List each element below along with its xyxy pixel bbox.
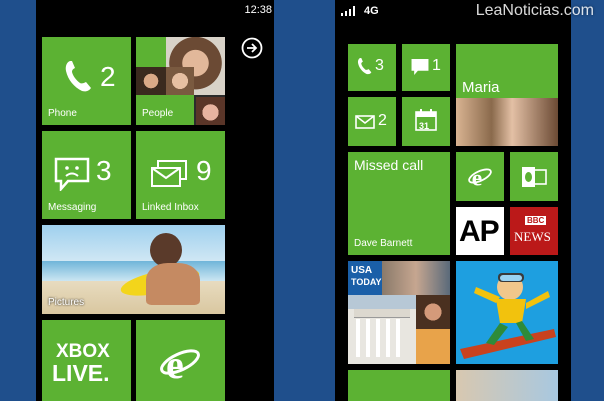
linked-inbox-count: 9 — [196, 155, 212, 186]
phone-tile[interactable]: 2 Phone — [42, 37, 131, 125]
internet-explorer-tile[interactable]: e — [136, 320, 225, 401]
network-type: 4G — [364, 5, 379, 17]
messaging-icon — [54, 157, 90, 191]
people-tile[interactable]: People — [136, 37, 225, 125]
arrow-right-circle-icon[interactable] — [241, 37, 263, 59]
usa-today-logo: USA TODAY — [348, 261, 382, 295]
snowboarder-game-art — [460, 273, 556, 359]
messaging-label: Messaging — [48, 202, 97, 213]
watermark-text: LeaNoticias.com — [475, 2, 594, 19]
maria-label: Maria — [462, 79, 500, 96]
mail-small-tile[interactable]: 2 — [348, 97, 396, 146]
people-photo-1 — [136, 37, 166, 67]
internet-explorer-icon: e — [160, 342, 200, 382]
phone-screen-right: 4G 3 1 Maria 2 31 Missed call Dave Barne… — [335, 0, 571, 401]
calendar-tile[interactable]: 31 — [402, 97, 450, 146]
linked-mail-icon — [151, 160, 187, 187]
news-logo-text: NEWS — [514, 229, 551, 244]
usa-today-thumb-person — [416, 295, 450, 329]
missed-call-tile[interactable]: Missed call Dave Barnett — [348, 152, 450, 255]
partial-tile-bottom-left[interactable] — [348, 370, 450, 401]
xbox-live-tile[interactable]: XBOX LIVE. — [42, 320, 131, 401]
today-text: TODAY — [351, 277, 382, 287]
usa-today-thumb-chart — [416, 329, 450, 364]
internet-explorer-small-tile[interactable]: e — [456, 152, 504, 201]
ap-news-tile[interactable]: AP — [456, 207, 504, 255]
game-tile[interactable] — [456, 261, 558, 364]
svg-text:e: e — [472, 165, 483, 188]
status-time: 12:38 — [244, 4, 272, 16]
message-icon — [411, 59, 429, 75]
maria-photo — [456, 98, 558, 146]
maria-contact-tile[interactable]: Maria — [456, 44, 558, 146]
signal-strength-icon — [341, 6, 355, 16]
partial-photo-tile-bottom-right[interactable] — [456, 370, 558, 401]
linked-inbox-tile[interactable]: 9 Linked Inbox — [136, 131, 225, 219]
missed-call-title: Missed call — [354, 157, 424, 173]
messaging-small-count: 1 — [432, 57, 441, 74]
pictures-tile[interactable]: Pictures — [42, 225, 225, 314]
messaging-tile[interactable]: 3 Messaging — [42, 131, 131, 219]
pictures-person-head — [150, 233, 182, 267]
people-photo-6 — [196, 97, 225, 125]
outlook-tile[interactable] — [510, 152, 558, 201]
usa-today-building — [348, 295, 416, 364]
messaging-small-tile[interactable]: 1 — [402, 44, 450, 91]
usa-today-thumb-top — [382, 261, 450, 295]
internet-explorer-small-icon: e — [468, 165, 492, 188]
phone-voicemail-icon — [357, 58, 372, 75]
people-label: People — [142, 108, 174, 119]
phone-screen-left: 12:38 2 Phone People 3 Messaging 9 Linke… — [36, 0, 274, 401]
status-bar-left: 12:38 — [36, 0, 274, 22]
people-photo-3 — [136, 67, 166, 95]
phone-count: 2 — [100, 61, 116, 92]
pictures-person-body — [146, 263, 200, 305]
people-photo-4 — [166, 67, 194, 95]
outlook-icon — [522, 167, 547, 187]
phone-small-tile[interactable]: 3 — [348, 44, 396, 91]
usa-today-tile[interactable]: USA TODAY — [348, 261, 450, 364]
mail-small-count: 2 — [378, 112, 387, 129]
ap-logo-text: AP — [459, 215, 500, 248]
phone-label: Phone — [48, 108, 77, 119]
calendar-day: 31 — [419, 121, 430, 131]
phone-small-count: 3 — [375, 57, 384, 74]
missed-call-caller: Dave Barnett — [354, 238, 413, 249]
pictures-label: Pictures — [48, 297, 85, 308]
bbc-logo-text: BBC — [525, 216, 547, 225]
bbc-news-tile[interactable]: BBC NEWS — [510, 207, 558, 255]
live-text: LIVE. — [52, 360, 110, 386]
messaging-count: 3 — [96, 155, 112, 186]
phone-icon — [65, 61, 91, 92]
linked-inbox-label: Linked Inbox — [142, 202, 199, 213]
mail-icon — [355, 115, 375, 129]
xbox-text: XBOX — [56, 341, 110, 362]
usa-text: USA — [351, 265, 373, 276]
svg-text:e: e — [166, 342, 184, 382]
